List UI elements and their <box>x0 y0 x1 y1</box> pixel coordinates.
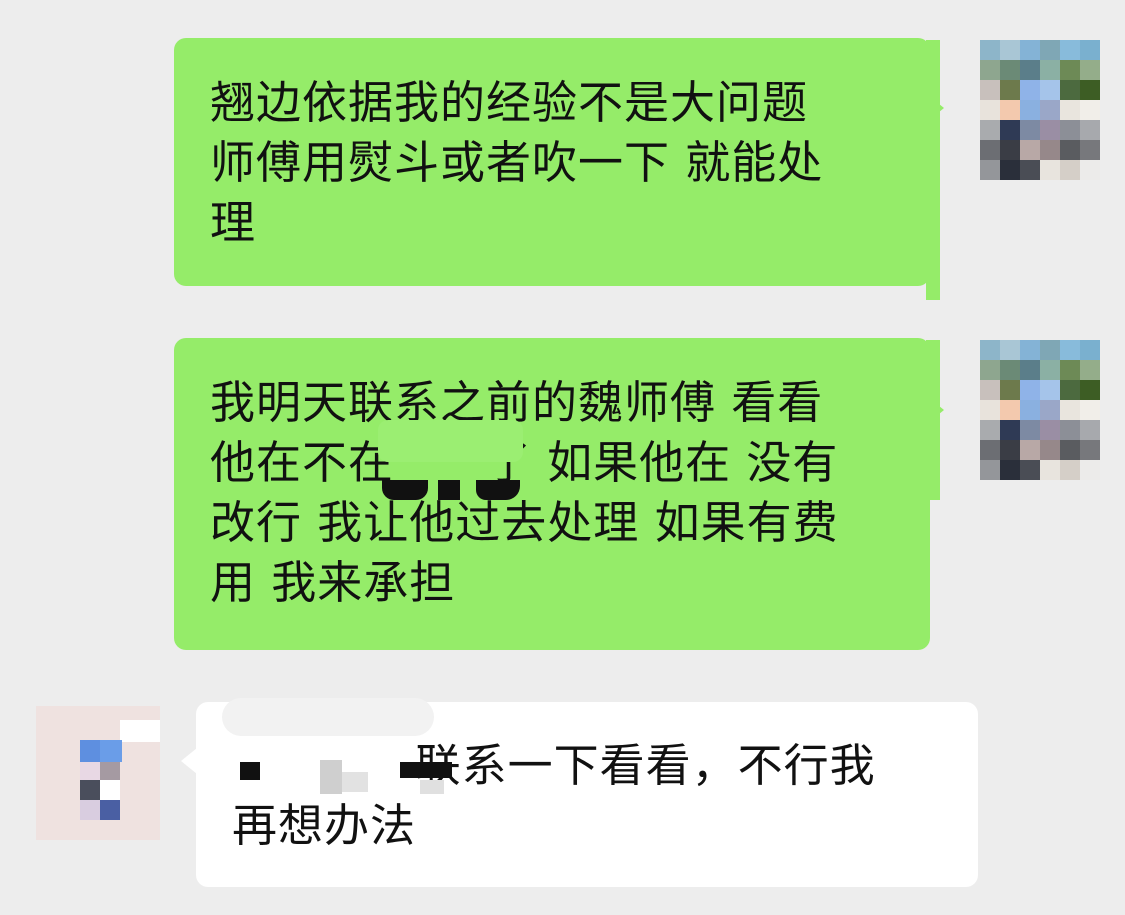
redaction-mark <box>320 760 342 794</box>
chat-message-sent[interactable]: 翘边依据我的经验不是大问题 师傅用熨斗或者吹一下 就能处 理 <box>174 38 930 286</box>
redaction-mark <box>378 420 523 462</box>
my-avatar-icon[interactable] <box>980 40 1100 180</box>
message-text: 我明天联系之前的魏师傅 看看 他在不在 了 如果他在 没有 改行 我让他过去处理… <box>210 376 839 609</box>
chat-message-sent[interactable]: 我明天联系之前的魏师傅 看看 他在不在 了 如果他在 没有 改行 我让他过去处理… <box>174 338 930 650</box>
redaction-mark <box>476 480 520 500</box>
bubble-edge-artifact <box>926 40 940 300</box>
contact-avatar-icon[interactable] <box>36 706 160 840</box>
message-text: 联系一下看看，不行我 再想办法 <box>232 739 876 852</box>
message-text: 翘边依据我的经验不是大问题 师傅用熨斗或者吹一下 就能处 理 <box>210 76 824 249</box>
redaction-mark <box>240 762 260 780</box>
redaction-mark <box>420 780 444 794</box>
redaction-mark <box>342 772 368 792</box>
redaction-mark <box>222 698 434 736</box>
bubble-tail <box>181 748 197 774</box>
redaction-mark <box>438 480 460 500</box>
redaction-mark <box>382 480 428 500</box>
my-avatar-icon[interactable] <box>980 340 1100 480</box>
bubble-edge-artifact <box>926 340 940 500</box>
redaction-mark <box>400 762 452 778</box>
